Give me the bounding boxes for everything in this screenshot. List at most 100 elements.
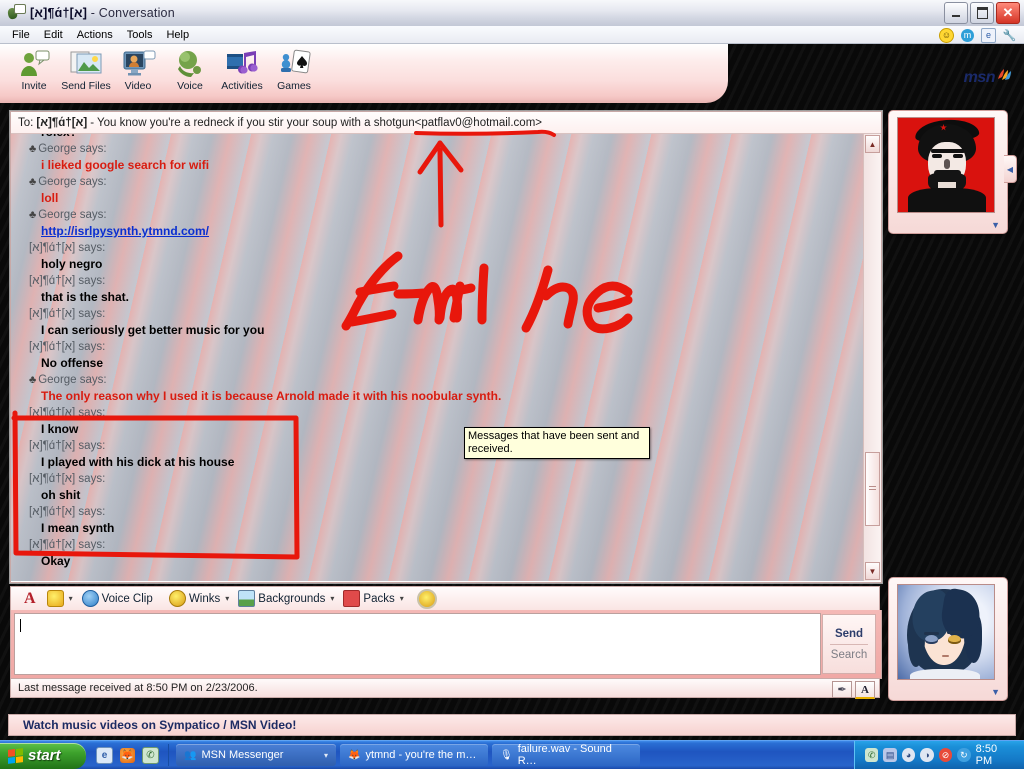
start-button[interactable]: start	[0, 742, 86, 769]
winks-button[interactable]: Winks ▾	[166, 589, 232, 608]
message-row: http://isrlpysynth.ytmnd.com/	[29, 223, 855, 239]
activities-button[interactable]: Activities	[216, 46, 268, 92]
emoticon-button[interactable]: ▾	[44, 589, 76, 608]
message-author: ♣ George says:	[29, 206, 855, 223]
sidebar-collapse-button[interactable]: ◀	[1004, 155, 1017, 183]
volume-icon[interactable]: ◕	[901, 748, 916, 762]
message-author-label: [א]¶ɑ́†[א] says:	[29, 308, 106, 320]
wrench-icon[interactable]: 🔧	[1003, 29, 1017, 42]
action-toolbar: Invite Send Files Video Voice Activities…	[8, 46, 320, 92]
advertisement-banner[interactable]: Watch music videos on Sympatico / MSN Vi…	[8, 714, 1016, 736]
message-text: I know	[41, 422, 79, 436]
taskbar-clock[interactable]: 8:50 PM	[976, 743, 1015, 767]
close-button[interactable]: ✕	[996, 2, 1020, 24]
message-author-label: [א]¶ɑ́†[א] says:	[29, 473, 106, 485]
messenger-icon[interactable]: ✆	[142, 746, 159, 764]
invite-button[interactable]: Invite	[8, 46, 60, 92]
task-label: failure.wav - Sound R…	[517, 743, 612, 767]
voice-label: Voice	[177, 80, 203, 92]
chevron-down-icon[interactable]: ▾	[69, 594, 73, 603]
scroll-up-button[interactable]: ▲	[865, 135, 880, 153]
send-files-button[interactable]: Send Files	[60, 46, 112, 92]
backgrounds-button[interactable]: Backgrounds ▾	[235, 589, 337, 608]
self-display-picture-panel[interactable]: ▼	[888, 577, 1008, 701]
voice-clip-button[interactable]: Voice Clip	[79, 589, 163, 608]
blocked-icon[interactable]: ⊘	[938, 748, 953, 762]
chevron-down-icon[interactable]: ▾	[225, 594, 229, 603]
messenger-tray-icon[interactable]: ✆	[865, 748, 879, 762]
menu-help[interactable]: Help	[159, 28, 196, 42]
ie-icon[interactable]: e	[96, 746, 113, 764]
chevron-down-icon[interactable]: ▾	[330, 594, 334, 603]
msn-butterfly-icon	[996, 68, 1012, 87]
chevron-down-icon[interactable]: ▾	[324, 751, 328, 760]
message-row: i lieked google search for wifi	[29, 157, 855, 173]
chevron-down-icon[interactable]: ▼	[991, 220, 1000, 230]
video-button[interactable]: Video	[112, 46, 164, 92]
task-list: 👥 MSN Messenger ▾ 🦊 ytmnd - you're the m…	[169, 743, 640, 767]
message-row: holy negro	[29, 256, 855, 272]
message-text[interactable]: http://isrlpysynth.ytmnd.com/	[29, 224, 209, 238]
custom-emoticon-icon: ♣	[29, 176, 37, 188]
network-icon[interactable]: ▤	[883, 748, 897, 762]
message-scrollbar[interactable]: ▲ ▼	[863, 134, 881, 581]
message-text: that is the shat.	[41, 290, 130, 304]
firefox-icon[interactable]: 🦊	[120, 747, 135, 763]
send-button-group: Send Search	[822, 614, 876, 674]
to-email-address: <patflav0@hotmail.com>	[414, 116, 543, 129]
font-button[interactable]: A	[19, 590, 41, 608]
task-ytmnd[interactable]: 🦊 ytmnd - you're the m…	[340, 744, 488, 766]
message-link[interactable]: http://isrlpysynth.ytmnd.com/	[41, 224, 209, 238]
smiley-icon[interactable]: ☺	[939, 27, 954, 43]
msn-logo: msn	[964, 68, 1012, 87]
activities-music-icon	[224, 49, 260, 79]
task-sound-recorder[interactable]: 🎙 failure.wav - Sound R…	[492, 743, 640, 767]
chevron-down-icon[interactable]: ▼	[991, 687, 1000, 697]
menu-actions[interactable]: Actions	[70, 28, 120, 42]
minimize-button[interactable]	[944, 2, 968, 24]
speaker-icon	[81, 590, 99, 607]
message-text: holy negro	[41, 257, 103, 271]
scrollbar-thumb[interactable]	[865, 452, 880, 526]
window-title-suffix: - Conversation	[87, 6, 175, 20]
message-author: [א]¶ɑ́†[א] says:	[29, 536, 855, 553]
message-author-label: [א]¶ɑ́†[א] says:	[29, 407, 106, 419]
windows-flag-icon	[8, 747, 23, 764]
contact-display-picture-panel[interactable]: ▼ ◀	[888, 110, 1017, 234]
message-author: [א]¶ɑ́†[א] says:	[29, 470, 855, 487]
menubar-icon-group: ☺ m e 🔧	[939, 26, 1016, 44]
update-icon[interactable]: ↻	[957, 748, 971, 762]
packs-button[interactable]: Packs ▾	[340, 589, 406, 608]
message-author-label: George says:	[38, 209, 107, 221]
msn-butterfly-icon[interactable]: m	[961, 28, 974, 42]
scroll-down-button[interactable]: ▼	[865, 562, 880, 580]
games-button[interactable]: Games	[268, 46, 320, 92]
search-button[interactable]: Search	[831, 649, 867, 661]
handwriting-pen-icon[interactable]: ✒	[832, 681, 852, 698]
menu-tools[interactable]: Tools	[120, 28, 160, 42]
task-msn-messenger[interactable]: 👥 MSN Messenger ▾	[176, 744, 336, 766]
message-author: [א]¶ɑ́†[א] says:	[29, 404, 855, 421]
send-files-icon	[68, 49, 104, 79]
message-author: ♣ George says:	[29, 140, 855, 157]
maximize-button[interactable]	[970, 2, 994, 24]
message-text: I can seriously get better music for you	[41, 323, 265, 337]
ie-icon[interactable]: e	[981, 27, 996, 43]
message-list: rolex?♣George says:i lieked google searc…	[11, 134, 855, 569]
menu-edit[interactable]: Edit	[37, 28, 70, 42]
chevron-down-icon[interactable]	[158, 594, 160, 603]
chevron-down-icon[interactable]: ▾	[400, 594, 404, 603]
send-button[interactable]: Send	[835, 628, 863, 640]
message-input[interactable]	[14, 613, 821, 675]
message-author: ♣ George says:	[29, 173, 855, 190]
voice-button[interactable]: Voice	[164, 46, 216, 92]
font-A-icon[interactable]: A	[855, 681, 875, 699]
tooltip: Messages that have been sent and receive…	[464, 427, 650, 459]
message-author-label: George says:	[38, 374, 107, 386]
message-history[interactable]: rolex?♣George says:i lieked google searc…	[11, 134, 881, 581]
menu-file[interactable]: File	[5, 28, 37, 42]
nudge-button[interactable]	[414, 588, 440, 610]
shield-icon[interactable]: ◑	[920, 748, 934, 762]
video-label: Video	[124, 80, 152, 92]
winks-label: Winks	[188, 592, 221, 605]
